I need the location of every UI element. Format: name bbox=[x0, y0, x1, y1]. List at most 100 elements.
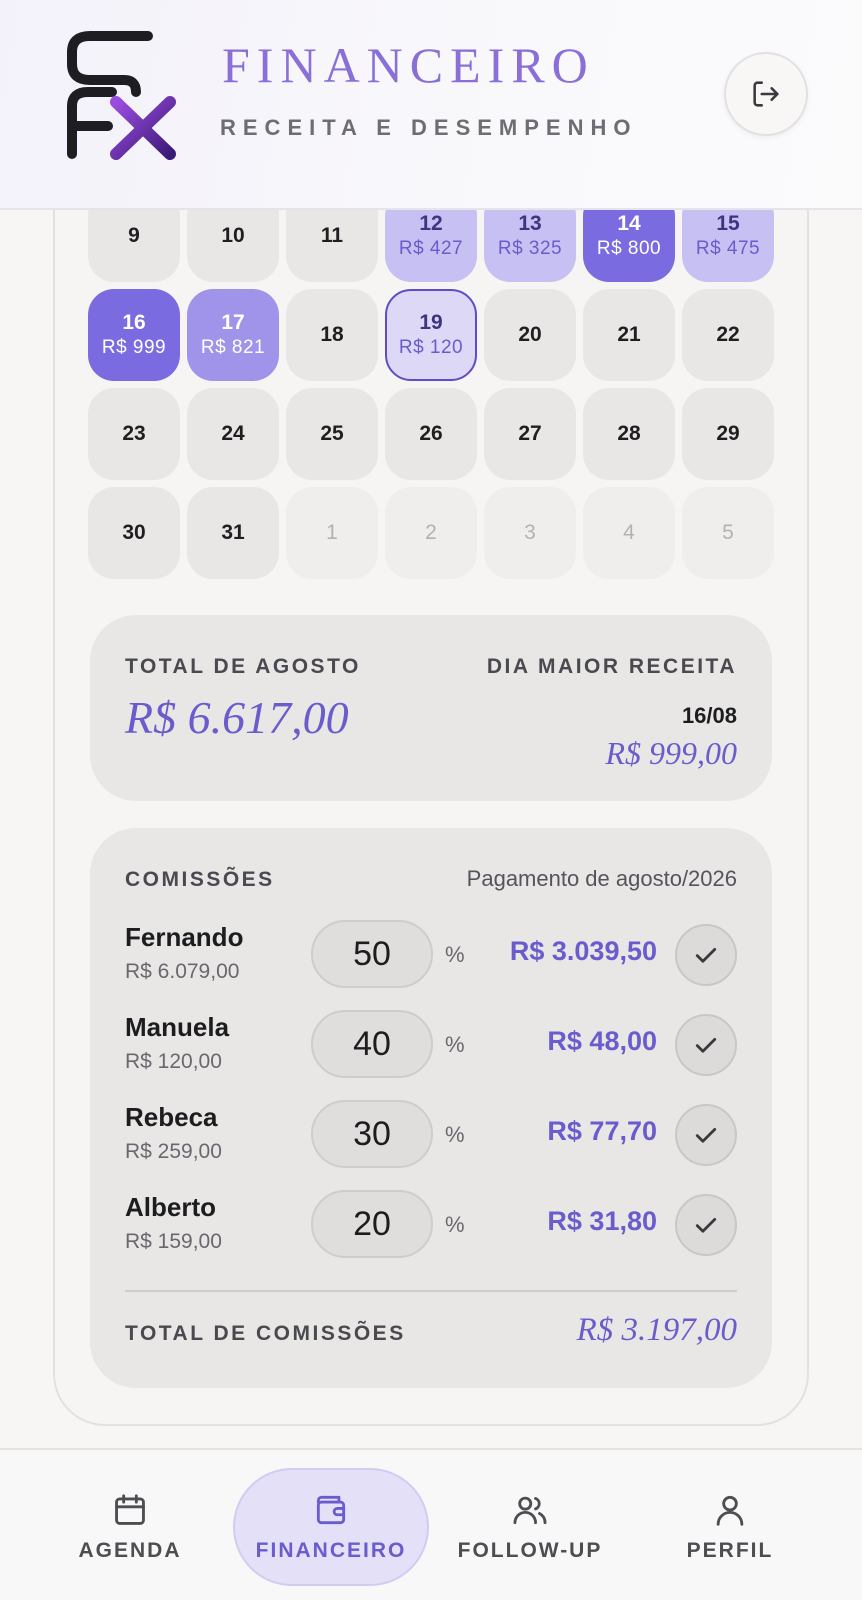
day-number: 5 bbox=[722, 521, 734, 544]
day-number: 14 bbox=[617, 212, 641, 235]
nav-label: FINANCEIRO bbox=[255, 1539, 407, 1562]
calendar-day[interactable]: 20 bbox=[484, 289, 576, 381]
calendar-day[interactable]: 19 R$ 120 bbox=[385, 289, 477, 381]
nav-label: PERFIL bbox=[686, 1539, 774, 1562]
commission-percent-input[interactable]: 50 bbox=[311, 920, 433, 988]
day-number: 10 bbox=[221, 224, 245, 247]
calendar-day[interactable]: 29 bbox=[682, 388, 774, 480]
calendar-day[interactable]: 22 bbox=[682, 289, 774, 381]
day-number: 11 bbox=[320, 224, 344, 247]
professional-name: Fernando bbox=[125, 922, 244, 952]
calendar-day[interactable]: 25 bbox=[286, 388, 378, 480]
month-total-value: R$ 6.617,00 bbox=[125, 692, 349, 743]
check-icon bbox=[695, 1038, 717, 1053]
best-day-date: 16/08 bbox=[681, 703, 737, 728]
calendar-day[interactable]: 30 bbox=[88, 487, 180, 579]
calendar-day[interactable]: 3 bbox=[484, 487, 576, 579]
nav-label: FOLLOW-UP bbox=[457, 1539, 603, 1562]
calendar-day[interactable]: 18 bbox=[286, 289, 378, 381]
calendar-day[interactable]: 17 R$ 821 bbox=[187, 289, 279, 381]
day-number: 19 bbox=[419, 311, 443, 334]
day-number: 30 bbox=[122, 521, 146, 544]
commission-row: Alberto R$ 159,00 20 % R$ 31,80 bbox=[125, 1190, 737, 1262]
commissions-period: Pagamento de agosto/2026 bbox=[466, 866, 737, 891]
calendar-day[interactable]: 26 bbox=[385, 388, 477, 480]
confirm-payment-button[interactable] bbox=[675, 1104, 737, 1166]
check-icon bbox=[695, 948, 717, 963]
day-number: 26 bbox=[419, 422, 443, 445]
percent-sign: % bbox=[445, 942, 465, 967]
commission-percent-input[interactable]: 20 bbox=[311, 1190, 433, 1258]
month-summary-panel: TOTAL DE AGOSTO R$ 6.617,00 DIA MAIOR RE… bbox=[90, 615, 772, 801]
commissions-total-value: R$ 3.197,00 bbox=[576, 1312, 737, 1348]
commission-row: Rebeca R$ 259,00 30 % R$ 77,70 bbox=[125, 1100, 737, 1172]
day-amount: R$ 821 bbox=[200, 337, 266, 358]
commissions-total-label: TOTAL DE COMISSÕES bbox=[125, 1322, 406, 1345]
page-subtitle: RECEITA E DESEMPENHO bbox=[220, 115, 638, 140]
day-number: 13 bbox=[518, 212, 542, 235]
day-number: 4 bbox=[623, 521, 635, 544]
calendar-day[interactable]: 31 bbox=[187, 487, 279, 579]
calendar-day[interactable]: 27 bbox=[484, 388, 576, 480]
professional-name: Rebeca bbox=[125, 1102, 218, 1132]
day-amount: R$ 427 bbox=[398, 238, 464, 259]
wallet-icon bbox=[316, 1495, 346, 1525]
day-amount: R$ 120 bbox=[398, 337, 464, 358]
month-total-label: TOTAL DE AGOSTO bbox=[125, 655, 361, 678]
commission-value: R$ 31,80 bbox=[547, 1206, 657, 1236]
confirm-payment-button[interactable] bbox=[675, 1194, 737, 1256]
user-icon bbox=[716, 1495, 744, 1526]
day-number: 28 bbox=[617, 422, 641, 445]
day-number: 15 bbox=[716, 212, 740, 235]
calendar-day[interactable]: 23 bbox=[88, 388, 180, 480]
check-icon bbox=[695, 1218, 717, 1233]
commissions-panel: COMISSÕES Pagamento de agosto/2026 Ferna… bbox=[90, 828, 772, 1388]
day-amount: R$ 999 bbox=[101, 337, 167, 358]
day-number: 27 bbox=[518, 422, 542, 445]
professional-name: Alberto bbox=[125, 1192, 216, 1222]
calendar-day[interactable]: 2 bbox=[385, 487, 477, 579]
calendar-day[interactable]: 24 bbox=[187, 388, 279, 480]
bottom-navigation: AGENDA FINANCEIRO FOLLOW-UP PERFIL bbox=[0, 1448, 862, 1600]
calendar-day[interactable]: 5 bbox=[682, 487, 774, 579]
commission-value: R$ 77,70 bbox=[547, 1116, 657, 1146]
commissions-title: COMISSÕES bbox=[125, 868, 275, 891]
commission-row: Manuela R$ 120,00 40 % R$ 48,00 bbox=[125, 1010, 737, 1082]
calendar-day[interactable]: 1 bbox=[286, 487, 378, 579]
commission-percent-input[interactable]: 40 bbox=[311, 1010, 433, 1078]
logout-button[interactable] bbox=[724, 52, 808, 136]
professional-revenue: R$ 159,00 bbox=[125, 1230, 222, 1253]
nav-item-follow-up[interactable]: FOLLOW-UP bbox=[432, 1468, 628, 1586]
nav-item-financeiro[interactable]: FINANCEIRO bbox=[233, 1468, 429, 1586]
divider bbox=[125, 1290, 737, 1292]
commission-row: Fernando R$ 6.079,00 50 % R$ 3.039,50 bbox=[125, 920, 737, 992]
professional-name: Manuela bbox=[125, 1012, 230, 1042]
day-number: 22 bbox=[716, 323, 740, 346]
day-number: 2 bbox=[425, 521, 437, 544]
confirm-payment-button[interactable] bbox=[675, 1014, 737, 1076]
commission-value: R$ 48,00 bbox=[547, 1026, 657, 1056]
best-day-value: R$ 999,00 bbox=[605, 735, 737, 771]
logout-icon bbox=[753, 81, 779, 107]
confirm-payment-button[interactable] bbox=[675, 924, 737, 986]
day-number: 24 bbox=[221, 422, 245, 445]
day-amount: R$ 800 bbox=[596, 238, 662, 259]
day-number: 9 bbox=[128, 224, 140, 247]
day-number: 20 bbox=[518, 323, 542, 346]
nav-item-agenda[interactable]: AGENDA bbox=[32, 1468, 228, 1586]
day-number: 23 bbox=[122, 422, 146, 445]
calendar-icon bbox=[115, 1494, 145, 1525]
day-number: 1 bbox=[326, 521, 338, 544]
nav-label: AGENDA bbox=[78, 1539, 182, 1562]
commission-percent-input[interactable]: 30 bbox=[311, 1100, 433, 1168]
nav-item-perfil[interactable]: PERFIL bbox=[632, 1468, 828, 1586]
calendar-day[interactable]: 4 bbox=[583, 487, 675, 579]
revenue-calendar: 9 10 11 12 R$ 427 13 R$ 325 14 R$ 800 15 R$ … bbox=[88, 190, 774, 579]
day-number: 3 bbox=[524, 521, 536, 544]
day-amount: R$ 325 bbox=[497, 238, 563, 259]
sfx-logo bbox=[67, 31, 176, 160]
day-number: 25 bbox=[320, 422, 344, 445]
calendar-day[interactable]: 28 bbox=[583, 388, 675, 480]
calendar-day[interactable]: 21 bbox=[583, 289, 675, 381]
calendar-day[interactable]: 16 R$ 999 bbox=[88, 289, 180, 381]
